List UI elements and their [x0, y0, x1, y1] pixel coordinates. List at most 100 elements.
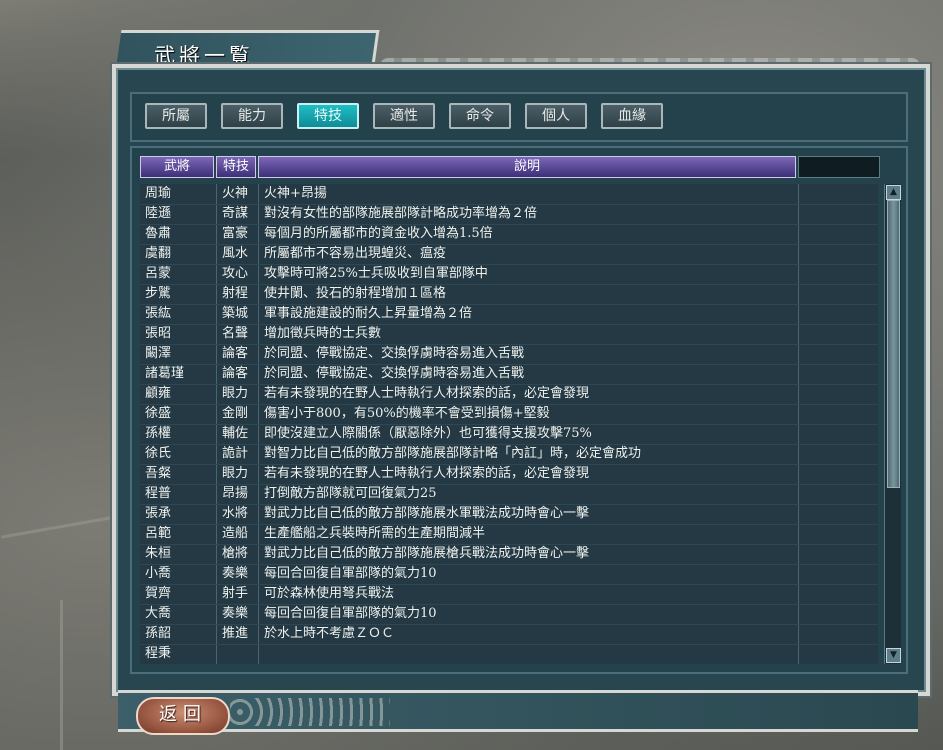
table-row[interactable]: 孫權 輔佐 即使沒建立人際關係（厭惡除外）也可獲得支援攻擊75%: [140, 424, 878, 445]
officer-name: 呂範: [145, 526, 172, 541]
skill-description: 對武力比自己低的敵方部隊施展槍兵戰法成功時會心一擊: [264, 546, 590, 561]
scroll-down-arrow-icon[interactable]: ▼: [886, 648, 901, 663]
table-row[interactable]: 小喬 奏樂 每回合回復自軍部隊的氣力10: [140, 564, 878, 585]
skill-name: 射手: [222, 586, 249, 601]
scroll-thumb[interactable]: [887, 200, 900, 488]
skill-description: 每回合回復自軍部隊的氣力10: [264, 606, 437, 621]
skill-description: 即使沒建立人際關係（厭惡除外）也可獲得支援攻擊75%: [264, 426, 592, 441]
officer-name: 張承: [145, 506, 172, 521]
skill-description: 於水上時不考慮ＺＯＣ: [264, 626, 395, 641]
skill-name: 攻心: [222, 266, 249, 281]
skill-name: 詭計: [222, 446, 249, 461]
table-row[interactable]: 顧雍 眼力 若有未發現的在野人士時執行人材探索的話，必定會發現: [140, 384, 878, 405]
table-row[interactable]: 張承 水將 對武力比自己低的敵方部隊施展水軍戰法成功時會心一擊: [140, 504, 878, 525]
officer-name: 陸遜: [145, 206, 172, 221]
skill-description: 對沒有女性的部隊施展部隊計略成功率增為２倍: [264, 206, 538, 221]
table-row[interactable]: 徐盛 金剛 傷害小于800，有50%的機率不會受到損傷+堅毅: [140, 404, 878, 425]
table-row[interactable]: 呂蒙 攻心 攻擊時可將25%士兵吸收到自軍部隊中: [140, 264, 878, 285]
officer-name: 張紘: [145, 306, 172, 321]
officer-name: 魯肅: [145, 226, 172, 241]
officer-name: 呂蒙: [145, 266, 172, 281]
table-row[interactable]: 孫韶 推進 於水上時不考慮ＺＯＣ: [140, 624, 878, 645]
skill-name: 富豪: [222, 226, 249, 241]
tab-ability[interactable]: 能力: [221, 103, 283, 129]
officer-name: 虞翻: [145, 246, 172, 261]
header-officer[interactable]: 武將: [140, 156, 214, 178]
table-row[interactable]: 諸葛瑾 論客 於同盟、停戰協定、交換俘虜時容易進入舌戰: [140, 364, 878, 385]
officer-name: 程秉: [145, 646, 172, 661]
table-row[interactable]: 闞澤 論客 於同盟、停戰協定、交換俘虜時容易進入舌戰: [140, 344, 878, 365]
officer-name: 周瑜: [145, 186, 172, 201]
table-row[interactable]: 賀齊 射手 可於森林使用弩兵戰法: [140, 584, 878, 605]
skill-description: 增加徵兵時的士兵數: [264, 326, 382, 341]
tab-bar: 所屬 能力 特技 適性 命令 個人 血緣: [130, 92, 908, 142]
table-row[interactable]: 吾粲 眼力 若有未發現的在野人士時執行人材探索的話，必定會發現: [140, 464, 878, 485]
skill-description: 於同盟、停戰協定、交換俘虜時容易進入舌戰: [264, 346, 525, 361]
skill-name: 築城: [222, 306, 249, 321]
officer-name: 諸葛瑾: [145, 366, 185, 381]
officer-name: 吾粲: [145, 466, 172, 481]
skill-description: 生產艦船之兵裝時所需的生產期間減半: [264, 526, 486, 541]
officer-name: 賀齊: [145, 586, 172, 601]
skill-name: 槍將: [222, 546, 249, 561]
skill-name: 火神: [222, 186, 249, 201]
officer-name: 朱桓: [145, 546, 172, 561]
skill-name: 水將: [222, 506, 249, 521]
skill-name: 眼力: [222, 466, 249, 481]
officer-name: 徐盛: [145, 406, 172, 421]
officer-name: 大喬: [145, 606, 172, 621]
table-row[interactable]: 虞翻 風水 所屬都市不容易出現蝗災、瘟疫: [140, 244, 878, 265]
officer-name: 孫韶: [145, 626, 172, 641]
table-row[interactable]: 張昭 名聲 增加徵兵時的士兵數: [140, 324, 878, 345]
tab-kinship[interactable]: 血緣: [601, 103, 663, 129]
table-row[interactable]: 步騭 射程 使井闌、投石的射程增加１區格: [140, 284, 878, 305]
skill-description: 傷害小于800，有50%的機率不會受到損傷+堅毅: [264, 406, 550, 421]
skill-name: 推進: [222, 626, 249, 641]
decorative-cloud: [230, 698, 390, 726]
officer-name: 徐氏: [145, 446, 172, 461]
tab-aptitude[interactable]: 適性: [373, 103, 435, 129]
officer-table: 武將 特技 說明 周瑜 火神 火神+昂揚陸遜 奇謀 對沒有女性的部隊施展部隊計略成功率增…: [130, 146, 908, 674]
skill-description: 對智力比自己低的敵方部隊施展部隊計略「內訌」時，必定會成功: [264, 446, 642, 461]
table-row[interactable]: 陸遜 奇謀 對沒有女性的部隊施展部隊計略成功率增為２倍: [140, 204, 878, 225]
officer-name: 步騭: [145, 286, 172, 301]
table-row[interactable]: 徐氏 詭計 對智力比自己低的敵方部隊施展部隊計略「內訌」時，必定會成功: [140, 444, 878, 465]
skill-description: 火神+昂揚: [264, 186, 327, 201]
header-description[interactable]: 說明: [258, 156, 796, 178]
table-row[interactable]: 魯肅 富豪 每個月的所屬都市的資金收入增為1.5倍: [140, 224, 878, 245]
table-row[interactable]: 張紘 築城 軍事設施建設的耐久上昇量增為２倍: [140, 304, 878, 325]
tab-skill[interactable]: 特技: [297, 103, 359, 129]
skill-name: 風水: [222, 246, 249, 261]
skill-name: 奏樂: [222, 606, 249, 621]
tab-personal[interactable]: 個人: [525, 103, 587, 129]
skill-description: 對武力比自己低的敵方部隊施展水軍戰法成功時會心一擊: [264, 506, 590, 521]
skill-description: 攻擊時可將25%士兵吸收到自軍部隊中: [264, 266, 488, 281]
skill-description: 每回合回復自軍部隊的氣力10: [264, 566, 437, 581]
table-row[interactable]: 大喬 奏樂 每回合回復自軍部隊的氣力10: [140, 604, 878, 625]
skill-name: 昂揚: [222, 486, 249, 501]
skill-name: 造船: [222, 526, 249, 541]
skill-name: 眼力: [222, 386, 249, 401]
skill-name: 奏樂: [222, 566, 249, 581]
table-row[interactable]: 周瑜 火神 火神+昂揚: [140, 184, 878, 205]
header-skill[interactable]: 特技: [216, 156, 256, 178]
skill-name: 名聲: [222, 326, 249, 341]
skill-description: 軍事設施建設的耐久上昇量增為２倍: [264, 306, 473, 321]
table-row[interactable]: 程秉: [140, 644, 878, 664]
back-button[interactable]: 返回: [136, 697, 230, 735]
table-body: 周瑜 火神 火神+昂揚 陸遜 奇謀 對沒有女性的部隊施展部隊計略成功率增為２倍 魯肅 富豪 每個…: [140, 184, 878, 664]
skill-description: 可於森林使用弩兵戰法: [264, 586, 395, 601]
table-row[interactable]: 呂範 造船 生產艦船之兵裝時所需的生產期間減半: [140, 524, 878, 545]
tab-command[interactable]: 命令: [449, 103, 511, 129]
skill-name: 輔佐: [222, 426, 249, 441]
officer-name: 孫權: [145, 426, 172, 441]
skill-description: 所屬都市不容易出現蝗災、瘟疫: [264, 246, 447, 261]
skill-description: 使井闌、投石的射程增加１區格: [264, 286, 447, 301]
skill-name: 射程: [222, 286, 249, 301]
table-header: 武將 特技 說明: [140, 156, 884, 178]
table-row[interactable]: 程普 昂揚 打倒敵方部隊就可回復氣力25: [140, 484, 878, 505]
scroll-up-arrow-icon[interactable]: ▲: [886, 185, 901, 200]
table-row[interactable]: 朱桓 槍將 對武力比自己低的敵方部隊施展槍兵戰法成功時會心一擊: [140, 544, 878, 565]
vertical-scrollbar[interactable]: ▲ ▼: [884, 184, 901, 664]
tab-affiliation[interactable]: 所屬: [145, 103, 207, 129]
